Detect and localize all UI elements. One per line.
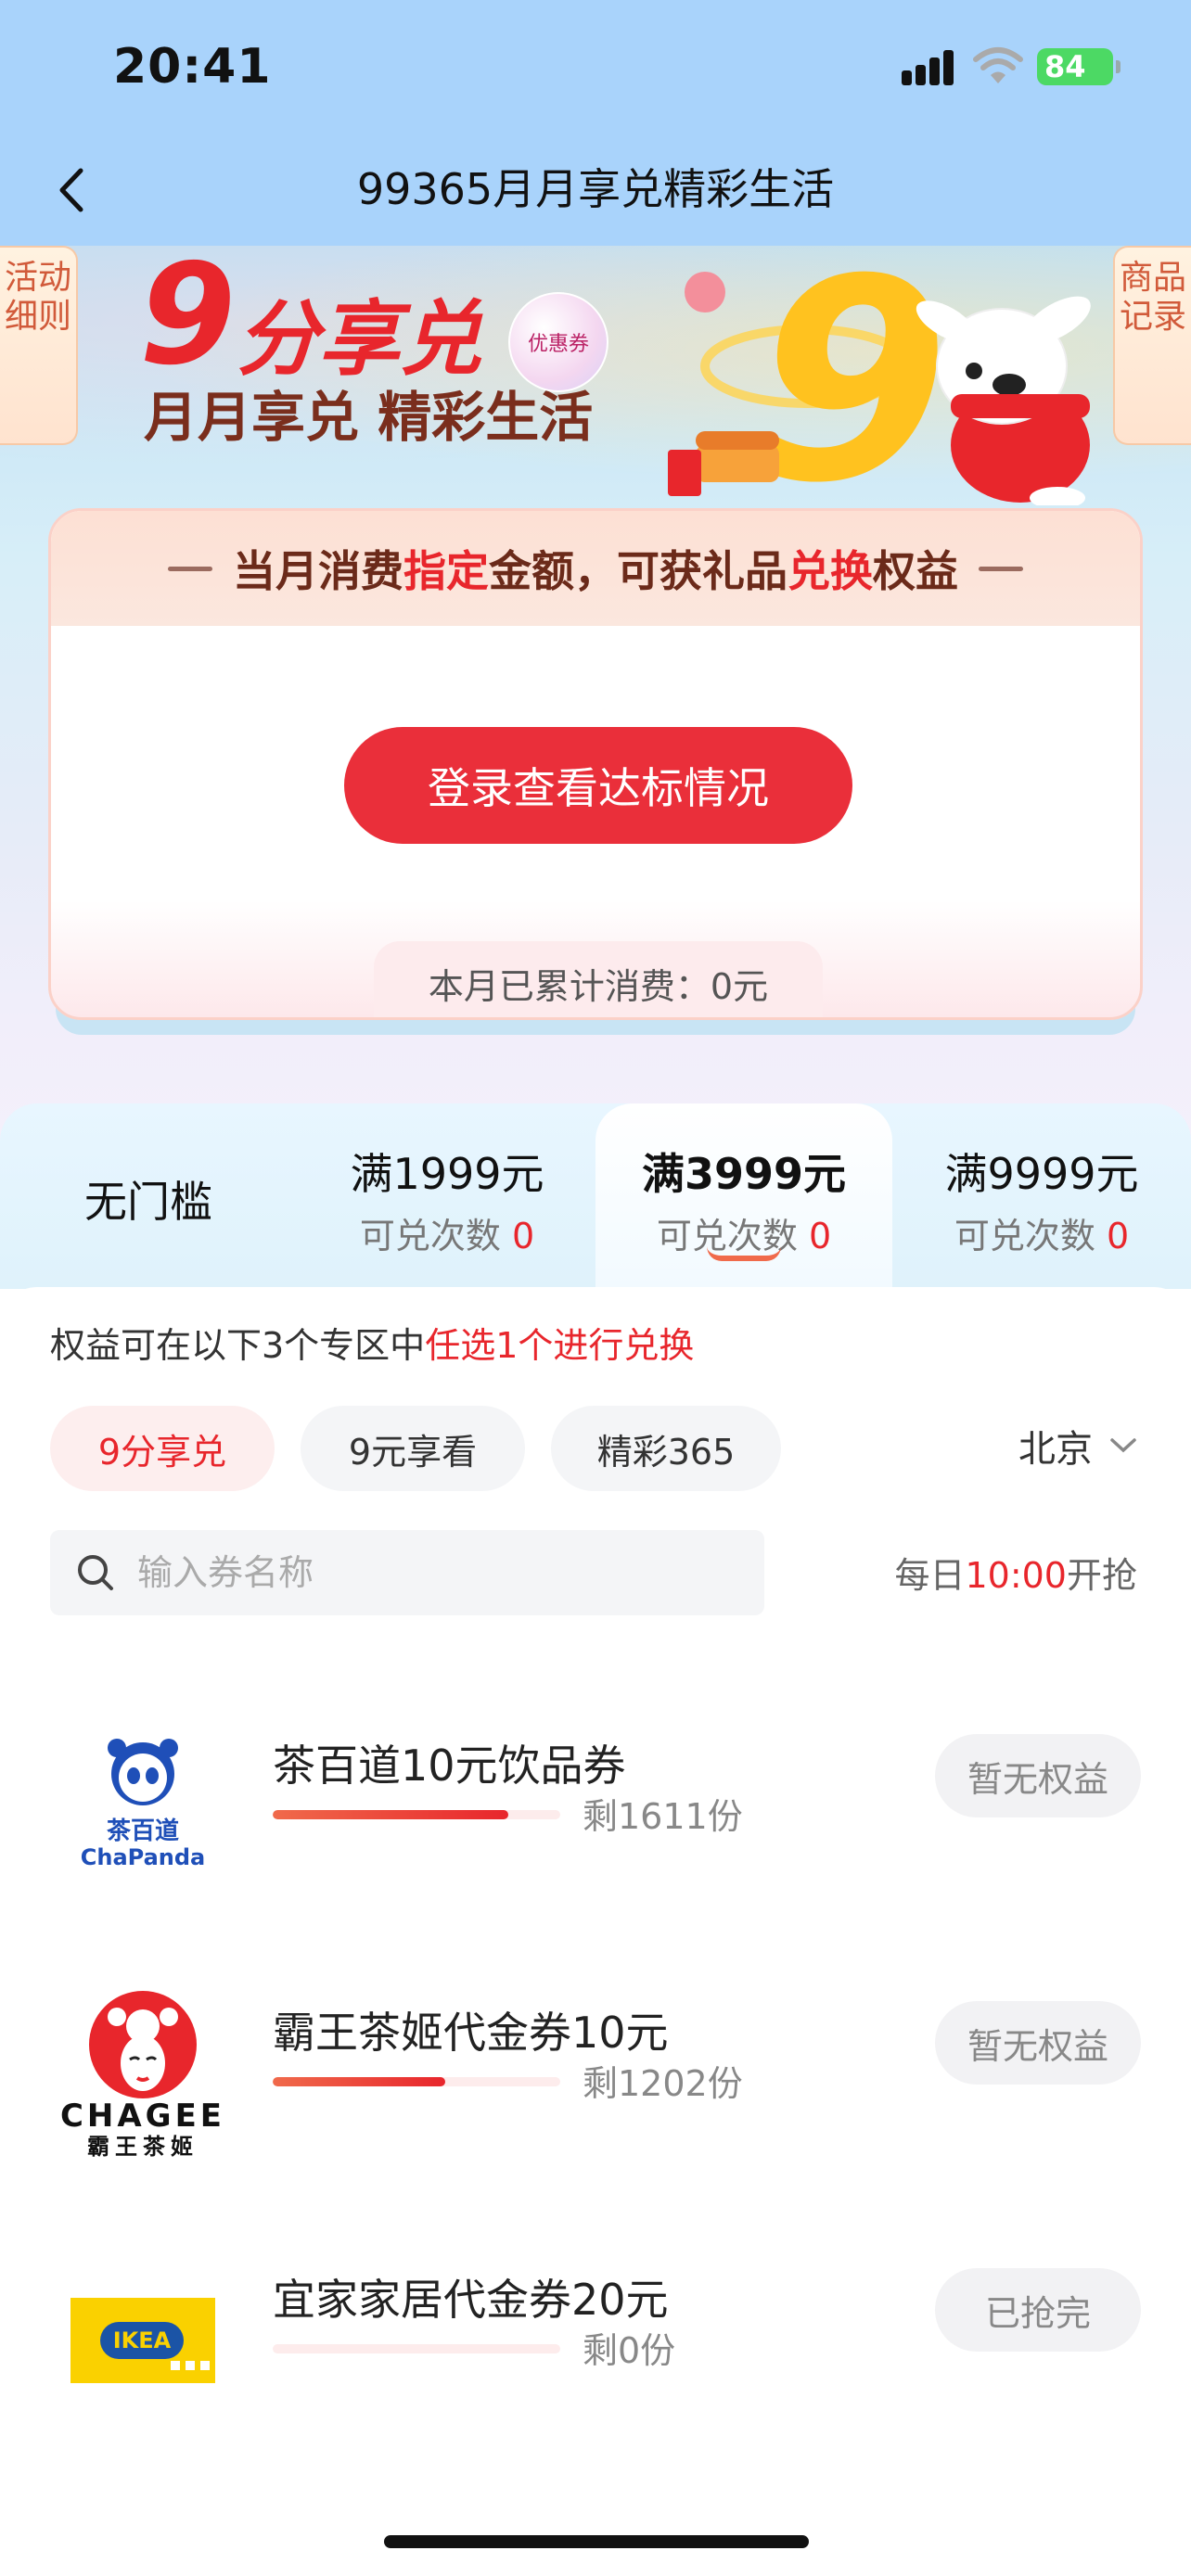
daily-prefix: 每日	[894, 1555, 966, 1596]
remaining-count: 剩1611份	[583, 1796, 743, 1837]
coupon-status-button[interactable]: 已抢完	[935, 2268, 1141, 2352]
login-check-button[interactable]: 登录查看达标情况	[344, 727, 852, 844]
promo-banner: 活动细则 9 分享兑 月月享兑 精彩生活 优惠券 9 商品记录	[0, 246, 1191, 515]
card-header: 当月消费 指定 金额，可获礼品 兑换 权益	[51, 511, 1140, 626]
remaining-count: 剩1202份	[583, 2063, 743, 2104]
battery-level: 84	[1044, 49, 1086, 84]
navigation-bar: 99365月月享兑精彩生活	[0, 139, 1191, 246]
banner-slogan: 月月享兑 精彩生活	[144, 386, 594, 449]
search-input[interactable]	[137, 1552, 694, 1593]
ikea-logo: IKEA	[50, 2248, 236, 2433]
remaining-count: 剩0份	[583, 2330, 676, 2371]
mascot-illustration: 9	[668, 255, 1091, 505]
tier-tabs: 无门槛 满1999元 可兑次数 0 满3999元 可兑次数 0 满9999元 可…	[0, 1103, 1191, 1289]
coupon-item[interactable]: CHAGEE 霸王茶姬 霸王茶姬代金券10元 剩1202份 暂无权益	[0, 1962, 1191, 2175]
tier-count-value: 0	[1106, 1216, 1130, 1256]
daily-time: 10:00	[965, 1555, 1067, 1596]
card-header-text-1: 当月消费	[233, 546, 403, 596]
wifi-icon	[973, 47, 1023, 83]
zone-tab-9fen[interactable]: 9分享兑	[50, 1406, 275, 1491]
banner-logo-number: 9	[139, 235, 237, 396]
status-time: 20:41	[113, 39, 272, 95]
chapanda-logo: 茶百道 ChaPanda	[50, 1714, 236, 1899]
status-bar: 20:41 84	[0, 0, 1191, 139]
chapanda-logo-cn: 茶百道	[107, 1817, 179, 1845]
zone-tab-9yuan[interactable]: 9元享看	[301, 1406, 525, 1491]
city-name: 北京	[1018, 1428, 1093, 1471]
page-title: 99365月月享兑精彩生活	[356, 164, 835, 214]
exchange-hint: 权益可在以下3个专区中任选1个进行兑换	[50, 1317, 694, 1368]
chagee-logo: CHAGEE 霸王茶姬	[50, 1981, 236, 2166]
coupon-bubble-label: 优惠券	[527, 333, 589, 356]
svg-text:9: 9	[756, 255, 950, 505]
chagee-logo-en: CHAGEE	[60, 2098, 225, 2135]
coupon-name: 霸王茶姬代金券10元	[273, 2008, 669, 2058]
ikea-logo-text: IKEA	[113, 2327, 172, 2353]
tier-title: 无门槛	[84, 1177, 212, 1227]
activity-rules-tab[interactable]: 活动细则	[0, 246, 78, 445]
tier-title: 满1999元	[350, 1149, 544, 1199]
home-indicator[interactable]	[384, 2535, 809, 2548]
daily-suffix: 开抢	[1066, 1555, 1137, 1596]
tab-no-threshold[interactable]: 无门槛	[0, 1103, 297, 1289]
tab-1999[interactable]: 满1999元 可兑次数 0	[299, 1103, 596, 1289]
tab-3999[interactable]: 满3999元 可兑次数 0	[596, 1103, 892, 1289]
zone-tab-365[interactable]: 精彩365	[551, 1406, 781, 1491]
tier-count-label: 可兑次数	[954, 1216, 1095, 1256]
search-icon	[78, 1555, 113, 1590]
tier-title: 满9999元	[944, 1149, 1139, 1199]
stock-progress-fill	[273, 1810, 509, 1819]
coupon-status-button[interactable]: 暂无权益	[935, 1734, 1141, 1817]
coupon-item[interactable]: IKEA 宜家家居代金券20元 剩0份 已抢完	[0, 2229, 1191, 2442]
hint-highlight: 任选1个进行兑换	[425, 1325, 695, 1366]
product-records-tab[interactable]: 商品记录	[1113, 246, 1191, 445]
coupon-status-button[interactable]: 暂无权益	[935, 2001, 1141, 2085]
stock-progress-bar	[273, 2344, 560, 2353]
hint-prefix: 权益可在以下3个专区中	[50, 1325, 426, 1366]
coupon-item[interactable]: 茶百道 ChaPanda 茶百道10元饮品券 剩1611份 暂无权益	[0, 1695, 1191, 1908]
header-divider-left	[168, 566, 212, 571]
chevron-down-icon	[1110, 1438, 1136, 1453]
tab-9999[interactable]: 满9999元 可兑次数 0	[892, 1103, 1191, 1289]
coupon-bubble: 优惠券	[508, 292, 608, 392]
header-divider-right	[979, 566, 1023, 571]
coupon-name: 宜家家居代金券20元	[273, 2275, 669, 2325]
card-header-text-4: 兑换	[788, 546, 873, 596]
battery-icon: 84	[1037, 48, 1121, 85]
accumulated-spend: 本月已累计消费：0元	[374, 941, 823, 1017]
card-header-text-2: 指定	[403, 546, 489, 596]
chapanda-logo-en: ChaPanda	[81, 1844, 206, 1870]
coupon-name: 茶百道10元饮品券	[273, 1741, 626, 1791]
cellular-signal-icon	[902, 48, 959, 85]
tier-title: 满3999元	[641, 1149, 847, 1199]
city-selector[interactable]: 北京	[1018, 1419, 1137, 1473]
tier-count-value: 0	[511, 1216, 535, 1256]
stock-progress-bar	[273, 2077, 560, 2086]
search-box[interactable]	[50, 1530, 764, 1615]
tier-count: 可兑次数 0	[299, 1207, 596, 1258]
tier-count-label: 可兑次数	[359, 1216, 501, 1256]
daily-start-time: 每日10:00开抢	[894, 1547, 1137, 1598]
spending-card: 当月消费 指定 金额，可获礼品 兑换 权益 登录查看达标情况 本月已累计消费：0元	[48, 508, 1143, 1020]
card-header-text-3: 金额，可获礼品	[489, 546, 788, 596]
benefits-section: 权益可在以下3个专区中任选1个进行兑换 9分享兑 9元享看 精彩365 北京 每…	[0, 1287, 1191, 2576]
chagee-logo-cn: 霸王茶姬	[87, 2134, 198, 2160]
card-header-text-5: 权益	[873, 546, 958, 596]
stock-progress-bar	[273, 1810, 560, 1819]
active-tab-indicator	[707, 1246, 781, 1261]
tier-count-value: 0	[808, 1216, 832, 1256]
tier-count: 可兑次数 0	[892, 1207, 1191, 1258]
stock-progress-fill	[273, 2077, 445, 2086]
